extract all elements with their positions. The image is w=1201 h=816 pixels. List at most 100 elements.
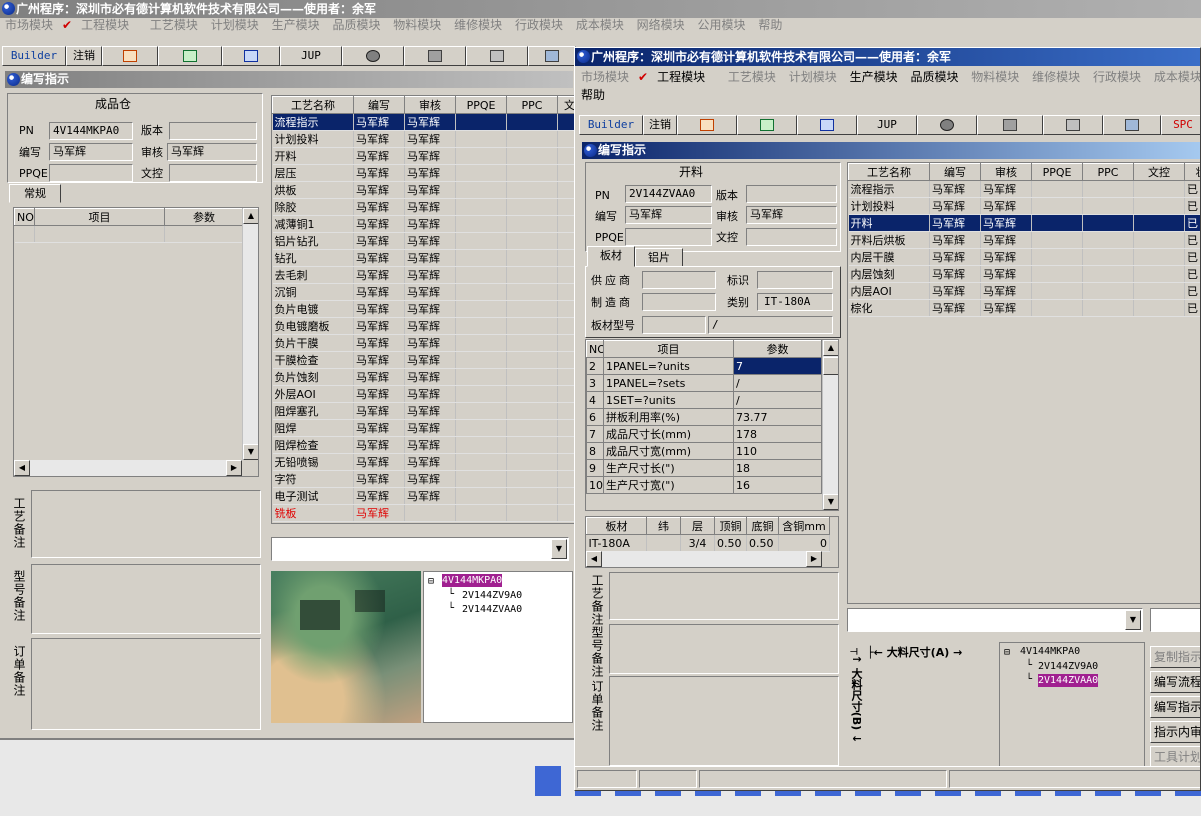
table-cell[interactable] — [506, 436, 558, 454]
table-cell[interactable]: 马军辉 — [404, 249, 456, 267]
front-combo[interactable]: ▼ — [847, 608, 1143, 632]
table-cell[interactable] — [557, 453, 574, 471]
table-cell[interactable] — [557, 317, 574, 335]
table-cell[interactable]: 沉铜 — [272, 283, 354, 301]
table-cell[interactable]: 马军辉 — [353, 147, 405, 165]
table-cell[interactable]: 马军辉 — [353, 215, 405, 233]
table-cell[interactable] — [506, 198, 558, 216]
table-cell[interactable] — [557, 487, 574, 505]
computer-icon-button[interactable] — [528, 46, 576, 66]
table-cell[interactable]: 马军辉 — [353, 334, 405, 352]
table-cell[interactable]: 去毛刺 — [272, 266, 354, 284]
table-cell[interactable]: 已 — [1184, 231, 1200, 249]
table-row[interactable]: 流程指示 马军辉 马军辉已 — [848, 180, 1200, 198]
table-cell[interactable] — [557, 351, 574, 369]
table-cell[interactable]: 开料后烘板 — [848, 231, 930, 249]
table-cell[interactable]: 马军辉 — [404, 487, 456, 505]
table-cell[interactable] — [557, 249, 574, 267]
table-cell[interactable] — [455, 419, 507, 437]
database-icon-button[interactable] — [404, 46, 466, 66]
tool-plan-button[interactable]: 工具计划 — [1150, 746, 1200, 768]
table-row[interactable]: 计划投料 马军辉 马军辉 — [272, 130, 574, 148]
table-cell[interactable]: 生产尺寸长(") — [603, 459, 734, 477]
table-cell[interactable] — [455, 113, 507, 131]
chevron-down-icon[interactable]: ▼ — [1125, 610, 1141, 630]
table-cell[interactable] — [506, 283, 558, 301]
table-cell[interactable]: 16 — [733, 476, 822, 494]
table-row[interactable]: 无铅喷锡 马军辉 马军辉 — [272, 453, 574, 471]
table-cell[interactable] — [506, 215, 558, 233]
table-cell[interactable]: 马军辉 — [353, 198, 405, 216]
table-cell[interactable]: 4 — [586, 391, 604, 409]
table-cell[interactable] — [455, 215, 507, 233]
front-menu-cost[interactable]: 成本模块 — [1151, 67, 1200, 87]
table-cell[interactable]: 马军辉 — [404, 368, 456, 386]
table-cell[interactable] — [1082, 231, 1134, 249]
table-cell[interactable] — [557, 181, 574, 199]
table-cell[interactable]: 已 — [1184, 197, 1200, 215]
table-cell[interactable]: 马军辉 — [353, 436, 405, 454]
front-network-button[interactable] — [1043, 115, 1103, 135]
table-cell[interactable]: 马军辉 — [929, 231, 981, 249]
table-cell[interactable]: 马军辉 — [404, 113, 456, 131]
front-database-button[interactable] — [977, 115, 1043, 135]
table-row[interactable]: 7 成品尺寸长(mm) 178 — [586, 425, 822, 443]
front-pn-field[interactable]: 2V144ZVAA0 — [625, 185, 712, 203]
front-writer-field[interactable]: 马军辉 — [625, 206, 712, 224]
table-cell[interactable]: 马军辉 — [353, 385, 405, 403]
table-cell[interactable] — [1133, 231, 1185, 249]
table-cell[interactable]: 马军辉 — [353, 419, 405, 437]
front-jup-button[interactable]: JUP — [857, 115, 917, 135]
table-cell[interactable]: 流程指示 — [848, 180, 930, 198]
menu-quality[interactable]: 品质模块 — [329, 15, 383, 35]
back-param-vscroll[interactable]: ▲ ▼ — [242, 208, 258, 460]
table-cell[interactable] — [1082, 265, 1134, 283]
table-cell[interactable]: 马军辉 — [404, 453, 456, 471]
table-cell[interactable]: 成品尺寸长(mm) — [603, 425, 734, 443]
front-ver-field[interactable] — [746, 185, 837, 203]
copy-instruction-button[interactable]: 复制指示 — [1150, 646, 1200, 668]
table-cell[interactable] — [455, 232, 507, 250]
table-cell[interactable] — [1082, 282, 1134, 300]
table-row[interactable]: 外层AOI 马军辉 马军辉 — [272, 385, 574, 403]
table-cell[interactable]: 马军辉 — [404, 385, 456, 403]
table-cell[interactable]: 马军辉 — [353, 130, 405, 148]
table-cell[interactable]: 马军辉 — [980, 282, 1032, 300]
table-cell[interactable]: 马军辉 — [404, 266, 456, 284]
table-cell[interactable]: 成品尺寸宽(mm) — [603, 442, 734, 460]
back-note-model[interactable] — [31, 564, 261, 634]
front-tab-aluminum[interactable]: 铝片 — [635, 248, 683, 267]
table-cell[interactable] — [455, 300, 507, 318]
front-menu-plan[interactable]: 计划模块 — [786, 67, 840, 87]
table-cell[interactable] — [557, 147, 574, 165]
front-model-field-2[interactable]: / — [708, 316, 833, 334]
table-cell[interactable] — [506, 487, 558, 505]
table-row[interactable]: 去毛刺 马军辉 马军辉 — [272, 266, 574, 284]
table-cell[interactable] — [1133, 248, 1185, 266]
back-ppqe-field[interactable] — [49, 164, 133, 182]
edit-flow-button[interactable]: 编写流程 — [1150, 671, 1200, 693]
menu-craft[interactable]: 工艺模块 — [147, 15, 201, 35]
scroll-right-icon[interactable]: ▶ — [806, 551, 822, 567]
menu-plan[interactable]: 计划模块 — [208, 15, 262, 35]
table-cell[interactable] — [455, 351, 507, 369]
table-cell[interactable]: 内层蚀刻 — [848, 265, 930, 283]
front-tree-child-2[interactable]: 2V144ZVAA0 — [1038, 674, 1099, 687]
table-cell[interactable]: 马军辉 — [980, 214, 1032, 232]
front-doc-field[interactable] — [746, 228, 837, 246]
back-doc-field[interactable] — [169, 164, 257, 182]
front-word-button[interactable] — [797, 115, 857, 135]
table-cell[interactable] — [1133, 180, 1185, 198]
table-cell[interactable] — [455, 181, 507, 199]
table-cell[interactable]: 负片电镀 — [272, 300, 354, 318]
front-type-field[interactable]: IT-180A — [757, 293, 833, 311]
table-cell[interactable]: 马军辉 — [353, 453, 405, 471]
table-cell[interactable] — [455, 283, 507, 301]
table-cell[interactable] — [557, 283, 574, 301]
table-cell[interactable] — [506, 249, 558, 267]
table-cell[interactable]: 流程指示 — [272, 113, 354, 131]
table-cell[interactable]: 马军辉 — [353, 402, 405, 420]
table-cell[interactable] — [1082, 180, 1134, 198]
back-pn-field[interactable]: 4V144MKPA0 — [49, 122, 133, 140]
front-view-button[interactable] — [917, 115, 977, 135]
